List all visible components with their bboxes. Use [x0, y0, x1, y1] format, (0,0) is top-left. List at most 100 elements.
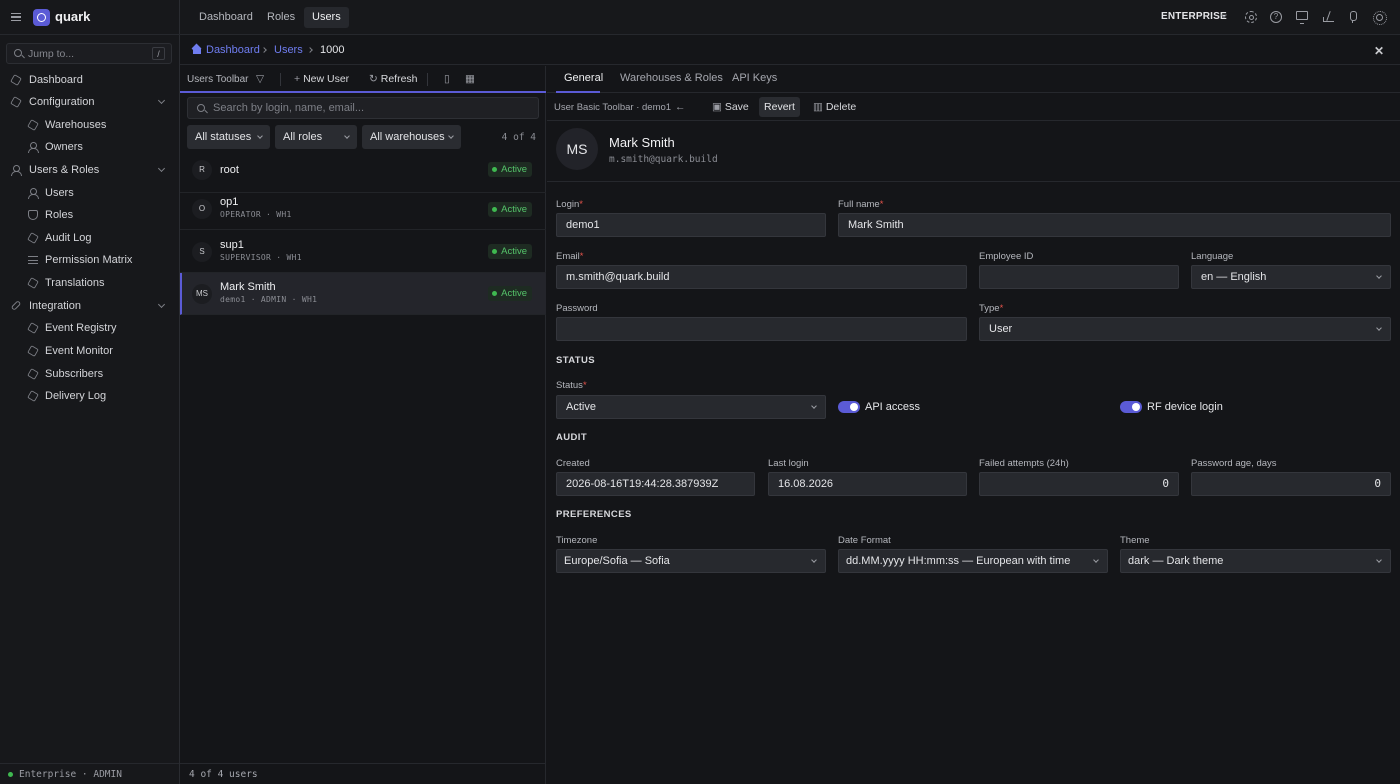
- sidebar-item-event-monitor[interactable]: Event Monitor: [0, 340, 179, 362]
- jump-placeholder: Jump to...: [28, 48, 75, 60]
- cube-icon: [27, 277, 39, 289]
- timezone-label: Timezone: [556, 535, 598, 546]
- language-label: Language: [1191, 251, 1234, 262]
- status-badge: Active: [488, 286, 532, 301]
- search-icon: [14, 49, 22, 57]
- sidebar-item-translations[interactable]: Translations: [0, 272, 179, 294]
- user-row[interactable]: O op1 OPERATOR · WH1 Active: [180, 188, 546, 230]
- email-field[interactable]: m.smith@quark.build: [556, 265, 967, 289]
- user-row-selected[interactable]: MS Mark Smith demo1 · ADMIN · WH1 Active: [180, 273, 546, 315]
- login-label-text: Login: [556, 199, 580, 210]
- monitor-icon[interactable]: [1296, 11, 1308, 24]
- sidebar-item-label: Event Registry: [45, 322, 117, 334]
- revert-button[interactable]: Revert: [759, 97, 800, 117]
- tab-users[interactable]: Users: [304, 7, 349, 28]
- date-format-select[interactable]: dd.MM.yyyy HH:mm:ss — European with time: [838, 549, 1108, 573]
- back-arrow-icon[interactable]: ←: [675, 101, 686, 113]
- sidebar-group-configuration[interactable]: Configuration: [0, 91, 179, 113]
- status-value: Active: [566, 401, 596, 413]
- users-icon: [28, 188, 39, 199]
- grid-icon[interactable]: ▦: [465, 73, 475, 85]
- timezone-select[interactable]: Europe/Sofia — Sofia: [556, 549, 826, 573]
- rf-device-login-toggle[interactable]: [1120, 401, 1142, 413]
- sidebar-item-event-registry[interactable]: Event Registry: [0, 317, 179, 339]
- signal-icon[interactable]: [1322, 11, 1334, 23]
- filter-icon[interactable]: ▽: [256, 73, 264, 85]
- microphone-icon[interactable]: [1347, 11, 1359, 23]
- language-value: en — English: [1201, 271, 1267, 283]
- status-filter-select[interactable]: All statuses: [187, 125, 270, 149]
- avatar: O: [192, 199, 212, 219]
- toolbar-divider: [280, 73, 281, 86]
- login-field[interactable]: demo1: [556, 213, 826, 237]
- delete-button[interactable]: ▥ Delete: [813, 101, 856, 113]
- refresh-icon: ↻: [369, 73, 378, 85]
- document-icon[interactable]: ▯: [444, 73, 450, 85]
- edition-selector[interactable]: ENTERPRISE: [1161, 11, 1227, 22]
- password-age-label: Password age, days: [1191, 458, 1277, 469]
- date-format-label: Date Format: [838, 535, 891, 546]
- sidebar-item-dashboard[interactable]: Dashboard: [0, 69, 179, 91]
- user-email: m.smith@quark.build: [609, 154, 718, 165]
- save-button[interactable]: ▣ Save: [712, 101, 749, 113]
- theme-select[interactable]: dark — Dark theme: [1120, 549, 1391, 573]
- new-user-button[interactable]: + New User: [294, 73, 349, 85]
- tab-roles[interactable]: Roles: [259, 7, 303, 28]
- list-footer: 4 of 4 users: [180, 763, 546, 784]
- theme-sun-icon[interactable]: [1373, 11, 1387, 25]
- full-name-label-text: Full name: [838, 199, 880, 210]
- user-name: root: [220, 164, 239, 176]
- api-access-toggle[interactable]: [838, 401, 860, 413]
- sidebar-item-roles[interactable]: Roles: [0, 204, 179, 226]
- refresh-button[interactable]: ↻ Refresh: [369, 73, 418, 85]
- gear-icon[interactable]: [1245, 11, 1257, 23]
- sidebar-item-warehouses[interactable]: Warehouses: [0, 114, 179, 136]
- user-search-input[interactable]: Search by login, name, email...: [187, 97, 539, 119]
- status-badge: Active: [488, 244, 532, 259]
- users-toolbar: Users Toolbar ▽ + New User ↻ Refresh ▯ ▦: [180, 66, 546, 93]
- close-icon[interactable]: ✕: [1374, 44, 1384, 58]
- tab-warehouses-roles[interactable]: Warehouses & Roles: [620, 72, 723, 84]
- password-field[interactable]: [556, 317, 967, 341]
- jump-to-search[interactable]: Jump to... /: [6, 43, 172, 64]
- user-basic-toolbar: User Basic Toolbar · demo1 ← ▣ Save Reve…: [547, 94, 1400, 121]
- created-field: 2026-08-16T19:44:28.387939Z: [556, 472, 755, 496]
- avatar: S: [192, 242, 212, 262]
- breadcrumb-dashboard[interactable]: Dashboard: [206, 44, 260, 56]
- role-filter-select[interactable]: All roles: [275, 125, 357, 149]
- chevron-down-icon: [448, 133, 454, 139]
- sidebar-item-owners[interactable]: Owners: [0, 136, 179, 158]
- email-label: Email*: [556, 251, 583, 262]
- status-select[interactable]: Active: [556, 395, 826, 419]
- type-select[interactable]: User: [979, 317, 1391, 341]
- tab-general[interactable]: General: [564, 72, 603, 84]
- user-meta: OPERATOR · WH1: [220, 210, 292, 219]
- sidebar-item-subscribers[interactable]: Subscribers: [0, 363, 179, 385]
- user-row[interactable]: S sup1 SUPERVISOR · WH1 Active: [180, 231, 546, 273]
- breadcrumb-users[interactable]: Users: [274, 44, 303, 56]
- sidebar-group-users-roles[interactable]: Users & Roles: [0, 159, 179, 181]
- sidebar-item-audit-log[interactable]: Audit Log: [0, 227, 179, 249]
- sidebar-item-users[interactable]: Users: [0, 182, 179, 204]
- theme-value: dark — Dark theme: [1128, 555, 1224, 567]
- full-name-field[interactable]: Mark Smith: [838, 213, 1391, 237]
- last-login-label: Last login: [768, 458, 809, 469]
- user-row[interactable]: R root Active: [180, 151, 546, 193]
- active-tab-indicator: [556, 91, 600, 93]
- language-select[interactable]: en — English: [1191, 265, 1391, 289]
- sidebar-item-permission-matrix[interactable]: Permission Matrix: [0, 249, 179, 271]
- status-label-text: Status: [556, 380, 583, 391]
- employee-id-field[interactable]: [979, 265, 1179, 289]
- sidebar-item-label: Audit Log: [45, 232, 92, 244]
- tab-api-keys[interactable]: API Keys: [732, 72, 777, 84]
- toolbar-title: User Basic Toolbar · demo1: [554, 102, 672, 113]
- plus-icon: +: [294, 73, 301, 85]
- users-list-pane: Users Toolbar ▽ + New User ↻ Refresh ▯ ▦…: [180, 66, 546, 784]
- menu-icon[interactable]: [11, 13, 21, 21]
- help-icon[interactable]: ?: [1270, 11, 1282, 23]
- cube-icon: [27, 232, 39, 244]
- tab-dashboard[interactable]: Dashboard: [191, 7, 261, 28]
- warehouse-filter-select[interactable]: All warehouses: [362, 125, 461, 149]
- sidebar-item-delivery-log[interactable]: Delivery Log: [0, 385, 179, 407]
- sidebar-group-integration[interactable]: Integration: [0, 295, 179, 317]
